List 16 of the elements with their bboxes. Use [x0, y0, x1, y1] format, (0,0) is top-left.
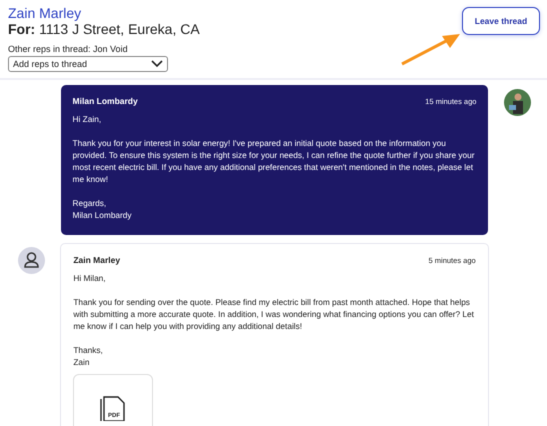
message-paragraph: Regards, Milan Lombardy: [72, 197, 133, 221]
chevron-down-icon: [151, 60, 163, 68]
message-paragraph: Thank you for sending over the quote. Please find my electric bill from past month attached. Hope that helps with submitting a more accurate quote. In addition, I was wondering what financing options you can offer? Let me know if I can help you with providing any additional details!: [73, 296, 475, 332]
leave-thread-button[interactable]: Leave thread: [462, 7, 540, 35]
contact-name: Zain Marley: [8, 5, 82, 21]
message-paragraph: Hi Milan,: [73, 272, 107, 284]
message-author: Milan Lombardy: [72, 96, 138, 106]
message-paragraph: Hi Zain,: [72, 113, 102, 125]
message-paragraph: Thank you for your interest in solar energy! I've prepared an initial quote based on the information you provided. To ensure this system is the right size for your needs, I can refine the quote further if you share your most recent electric bill. If you have any additional preferences that weren't mentioned in the notes, please let me know!: [72, 137, 476, 185]
address-text: For: 1113 J Street, Eureka, CA: [8, 21, 201, 37]
user-avatar-icon: [18, 247, 45, 274]
message-author: Zain Marley: [73, 255, 120, 265]
message-paragraph: Thanks, Zain: [73, 344, 104, 368]
add-reps-dropdown[interactable]: Add reps to thread: [8, 56, 168, 72]
arrow-drawing: [400, 32, 462, 66]
reps-label: Other reps in thread: Jon Void: [8, 44, 129, 55]
